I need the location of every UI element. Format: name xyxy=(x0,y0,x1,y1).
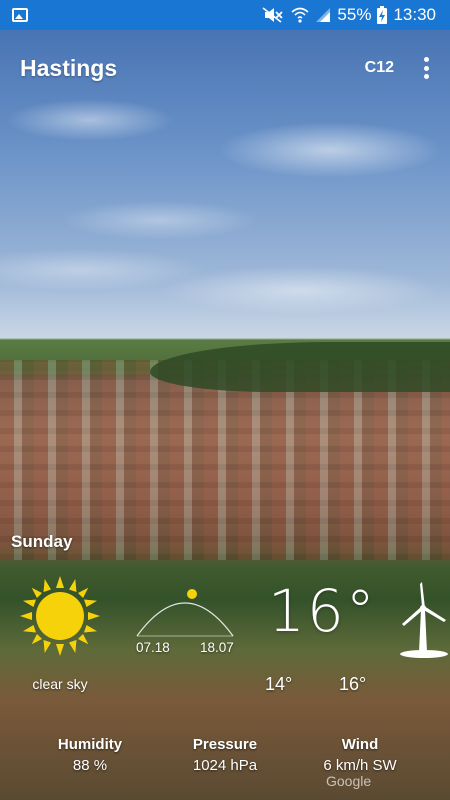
min-temperature: 14° xyxy=(265,674,293,694)
sunset-time: 18.07 xyxy=(200,640,234,655)
city-name[interactable]: Hastings xyxy=(20,55,365,82)
sun-icon xyxy=(20,576,100,656)
signal-icon xyxy=(315,7,331,23)
gallery-icon xyxy=(12,8,28,22)
pressure-label: Pressure xyxy=(192,736,258,753)
clock: 13:30 xyxy=(393,5,436,24)
pressure-value: 1024 hPa xyxy=(192,757,258,774)
wind-turbine-icon xyxy=(400,582,448,658)
humidity-value: 88 % xyxy=(72,757,108,774)
humidity-stat: Humidity 88 % xyxy=(40,736,140,774)
mute-icon xyxy=(261,7,285,23)
battery-percent: 55% xyxy=(337,5,372,24)
wind-stat: Wind 6 km/h SW xyxy=(305,736,415,774)
status-bar: 55% 13:30 xyxy=(0,0,450,30)
pressure-stat: Pressure 1024 hPa xyxy=(175,736,275,774)
wind-label: Wind xyxy=(341,736,379,753)
current-temperature: 16° xyxy=(268,577,377,645)
sun-position-icon xyxy=(187,589,197,599)
humidity-label: Humidity xyxy=(57,736,123,753)
sunrise-time: 07.18 xyxy=(136,640,170,655)
sun-path-arc xyxy=(136,589,234,637)
battery-charging-icon xyxy=(377,6,388,24)
weather-stats: Humidity 88 % Pressure 1024 hPa Wind 6 k… xyxy=(0,736,450,782)
google-attribution: Google xyxy=(326,773,372,789)
day-label: Sunday xyxy=(11,532,73,551)
wifi-icon xyxy=(291,7,309,23)
app-header: Hastings C12 xyxy=(0,48,450,88)
overflow-menu-icon[interactable] xyxy=(420,57,432,79)
condition-text: clear sky xyxy=(32,676,88,692)
max-temperature: 16° xyxy=(339,674,367,694)
wind-value: 6 km/h SW xyxy=(323,757,397,774)
units-button[interactable]: C12 xyxy=(365,59,394,77)
